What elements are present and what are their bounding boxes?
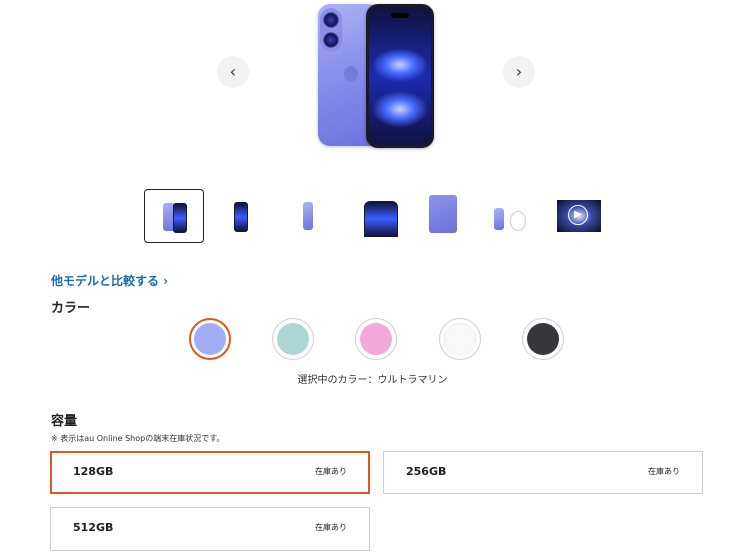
swatch-fill	[360, 323, 392, 355]
camera-lens-icon	[323, 12, 339, 28]
stock-status: 在庫あり	[315, 467, 347, 476]
swatch-fill	[527, 323, 559, 355]
thumb-phone-side	[429, 195, 457, 233]
compare-models-link[interactable]: 他モデルと比較する ›	[51, 272, 168, 289]
capacity-option-128gb[interactable]: 128GB 在庫あり	[50, 451, 370, 494]
thumb-phone-front	[173, 203, 187, 233]
gallery-thumbnail-2[interactable]	[211, 189, 271, 243]
stock-note: ※ 表示はau Online Shopの端末在庫状況です。	[51, 434, 225, 443]
cable-icon	[510, 211, 526, 231]
gallery-thumbnail-4[interactable]	[350, 189, 410, 243]
selected-color-label: 選択中のカラー：ウルトラマリン	[297, 375, 448, 386]
capacity-label: 512GB	[73, 521, 114, 534]
color-swatch-pink[interactable]	[355, 318, 397, 360]
chevron-right-icon: ›	[515, 62, 523, 81]
gallery-thumbnail-5[interactable]	[414, 189, 474, 243]
stock-status: 在庫あり	[648, 467, 680, 476]
capacity-label: 128GB	[73, 465, 114, 478]
gallery-prev-button[interactable]: ‹	[217, 56, 249, 88]
phone-screen	[369, 7, 431, 145]
capacity-section-title: 容量	[51, 414, 78, 429]
gallery-next-button[interactable]: ›	[503, 56, 535, 88]
gallery-thumbnail-7[interactable]: ▶	[556, 189, 616, 243]
thumb-phone-back	[303, 202, 313, 230]
color-section-title: カラー	[51, 301, 91, 316]
play-icon: ▶	[568, 205, 588, 225]
thumb-phone-front	[234, 202, 248, 232]
apple-logo-icon	[344, 66, 358, 82]
camera-module	[320, 8, 342, 52]
capacity-option-512gb[interactable]: 512GB 在庫あり	[50, 507, 370, 551]
capacity-option-256gb[interactable]: 256GB 在庫あり	[383, 451, 703, 494]
color-swatch-ultramarine[interactable]	[189, 318, 231, 360]
thumb-phone-back	[494, 208, 504, 230]
gallery-thumbnail-6[interactable]	[485, 189, 545, 243]
stock-status: 在庫あり	[315, 523, 347, 532]
gallery-thumbnail-3[interactable]	[279, 189, 339, 243]
gallery-thumbnail-1[interactable]	[144, 189, 204, 243]
swatch-fill	[277, 323, 309, 355]
phone-front-view	[366, 4, 434, 148]
video-thumbnail: ▶	[557, 200, 601, 232]
color-swatch-teal[interactable]	[272, 318, 314, 360]
color-swatch-white[interactable]	[439, 318, 481, 360]
swatch-fill	[194, 323, 226, 355]
dynamic-island	[391, 13, 409, 18]
product-main-image	[318, 4, 436, 148]
chevron-left-icon: ‹	[229, 62, 237, 81]
color-swatch-black[interactable]	[522, 318, 564, 360]
capacity-label: 256GB	[406, 465, 447, 478]
thumb-phone-closeup	[364, 201, 398, 237]
swatch-fill	[444, 323, 476, 355]
camera-lens-icon	[323, 32, 339, 48]
